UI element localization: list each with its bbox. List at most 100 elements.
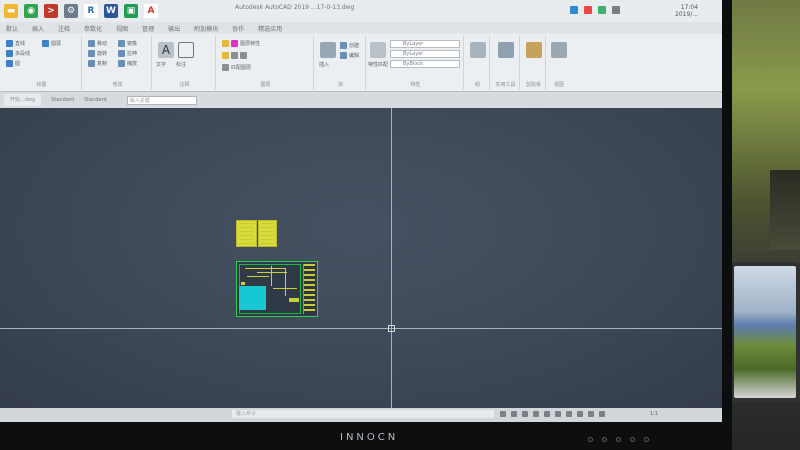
- dimension-button[interactable]: [178, 42, 194, 58]
- ribbon-tab[interactable]: 精选应用: [258, 24, 282, 33]
- insert-block-button[interactable]: [320, 42, 336, 58]
- monitor-button[interactable]: [630, 437, 635, 442]
- match-layer-button[interactable]: 匹配图层: [222, 64, 251, 71]
- ribbon-tab[interactable]: 视图: [116, 24, 128, 33]
- panel-draw: 直线 多段线 圆 圆弧 绘图: [2, 36, 82, 90]
- otrack-icon[interactable]: [555, 411, 561, 417]
- status-toggles: [500, 411, 605, 417]
- crosshair-vertical: [391, 108, 392, 408]
- polyline-button[interactable]: 多段线: [6, 50, 30, 57]
- panel-layers: 图层特性 匹配图层 图层: [218, 36, 314, 90]
- volume-icon[interactable]: [598, 6, 606, 14]
- panel-clipboard: 剪贴板: [522, 36, 546, 90]
- base-view-button[interactable]: [551, 42, 567, 58]
- photo-scene: ▬ ◉ > ⚙ R W ▣ A Autodesk AutoCAD 2019 ...17-0-1…: [0, 0, 800, 450]
- panel-label-groups: 组: [474, 82, 480, 88]
- edit-block-button[interactable]: 编辑: [340, 52, 359, 59]
- drawing-canvas[interactable]: [0, 108, 722, 408]
- notification-icon[interactable]: [584, 6, 592, 14]
- panel-label-view: 视图: [553, 82, 564, 88]
- browser-icon[interactable]: ◉: [24, 4, 38, 18]
- stretch-button[interactable]: 拉伸: [118, 50, 137, 57]
- tablet-device: [730, 262, 800, 402]
- copy-button[interactable]: 复制: [88, 60, 107, 67]
- gear-icon[interactable]: ⚙: [64, 4, 78, 18]
- layer-properties-button[interactable]: 图层特性: [222, 40, 260, 47]
- osnap-icon[interactable]: [544, 411, 550, 417]
- document-tab[interactable]: 开始...dwg: [4, 94, 42, 106]
- annotation-icon[interactable]: [588, 411, 594, 417]
- grid-icon[interactable]: [500, 411, 506, 417]
- annotation-scale[interactable]: 1:1: [650, 411, 658, 417]
- linetype-select[interactable]: ByLayer: [390, 50, 460, 58]
- panel-label-block: 块: [337, 82, 343, 88]
- line-button[interactable]: 直线: [6, 40, 25, 47]
- hatch-area: [239, 286, 266, 310]
- monitor-button[interactable]: [602, 437, 607, 442]
- ribbon-tab[interactable]: 管理: [142, 24, 154, 33]
- ribbon-tab[interactable]: 默认: [6, 24, 18, 33]
- panel-view: 视图: [548, 36, 570, 90]
- search-input[interactable]: 输入关键: [126, 95, 197, 105]
- panel-modify: 移动 旋转 复制 镜像 拉伸 缩放 修改: [84, 36, 152, 90]
- drawing-sheet-1[interactable]: [236, 220, 257, 247]
- ribbon-tab[interactable]: 注释: [58, 24, 70, 33]
- measure-button[interactable]: [498, 42, 514, 58]
- layer-tools[interactable]: [222, 52, 247, 59]
- ribbon-tab[interactable]: 附加模块: [194, 24, 218, 33]
- panel-label-layers: 图层: [260, 82, 271, 88]
- clock-time: 17:04: [680, 4, 699, 11]
- app-green-icon[interactable]: ▣: [124, 4, 138, 18]
- monitor-button[interactable]: [588, 437, 593, 442]
- panel-block: 插入 创建 编辑 块: [316, 36, 366, 90]
- create-block-button[interactable]: 创建: [340, 42, 359, 49]
- monitor-power-button[interactable]: [644, 437, 649, 442]
- command-line[interactable]: 键入命令: [232, 410, 494, 418]
- dim-style-select[interactable]: Standard: [84, 97, 107, 103]
- lineweight-icon[interactable]: [566, 411, 572, 417]
- ribbon-tab[interactable]: 协作: [232, 24, 244, 33]
- snap-icon[interactable]: [511, 411, 517, 417]
- transparency-icon[interactable]: [577, 411, 583, 417]
- clock[interactable]: 17:04 2019/...: [675, 4, 698, 18]
- drawing-line: [271, 266, 272, 286]
- color-select[interactable]: ByLayer: [390, 40, 460, 48]
- crosshair-pickbox: [388, 325, 395, 332]
- match-properties-button[interactable]: [370, 42, 386, 58]
- group-button[interactable]: [470, 42, 486, 58]
- paste-button[interactable]: [526, 42, 542, 58]
- user-icon[interactable]: [612, 6, 620, 14]
- terminal-icon[interactable]: >: [44, 4, 58, 18]
- panel-groups: 组: [466, 36, 490, 90]
- monitor-button[interactable]: [616, 437, 621, 442]
- text-style-select[interactable]: Standard: [51, 97, 74, 103]
- panel-label-modify: 修改: [112, 82, 123, 88]
- drawing-line: [247, 276, 269, 277]
- drawing-line: [289, 298, 299, 302]
- drawing-sheet-2[interactable]: [258, 220, 277, 247]
- word-icon[interactable]: W: [104, 4, 118, 18]
- ribbon-tab[interactable]: 参数化: [84, 24, 102, 33]
- ribbon: 直线 多段线 圆 圆弧 绘图 移动 旋转 复制 镜像 拉伸 缩放 修改 A 文字…: [0, 34, 722, 92]
- ribbon-tab[interactable]: 输出: [168, 24, 180, 33]
- arc-button[interactable]: 圆弧: [42, 40, 61, 47]
- rotate-button[interactable]: 旋转: [88, 50, 107, 57]
- ribbon-tab-bar: 默认 插入 注释 参数化 视图 管理 输出 附加模块 协作 精选应用: [0, 22, 722, 34]
- network-icon[interactable]: [570, 6, 578, 14]
- move-button[interactable]: 移动: [88, 40, 107, 47]
- scale-button[interactable]: 缩放: [118, 60, 137, 67]
- revit-icon[interactable]: R: [84, 4, 98, 18]
- lineweight-select[interactable]: ByBlock: [390, 60, 460, 68]
- autocad-icon[interactable]: A: [144, 4, 158, 18]
- polar-icon[interactable]: [533, 411, 539, 417]
- ribbon-tab[interactable]: 插入: [32, 24, 44, 33]
- drawing-frame[interactable]: [236, 261, 318, 317]
- text-button[interactable]: A: [158, 42, 174, 58]
- folder-icon[interactable]: ▬: [4, 4, 18, 18]
- workspace-icon[interactable]: [599, 411, 605, 417]
- panel-label-draw: 绘图: [36, 82, 47, 88]
- tablet-screen: [734, 266, 796, 398]
- mirror-button[interactable]: 镜像: [118, 40, 137, 47]
- ortho-icon[interactable]: [522, 411, 528, 417]
- circle-button[interactable]: 圆: [6, 60, 20, 67]
